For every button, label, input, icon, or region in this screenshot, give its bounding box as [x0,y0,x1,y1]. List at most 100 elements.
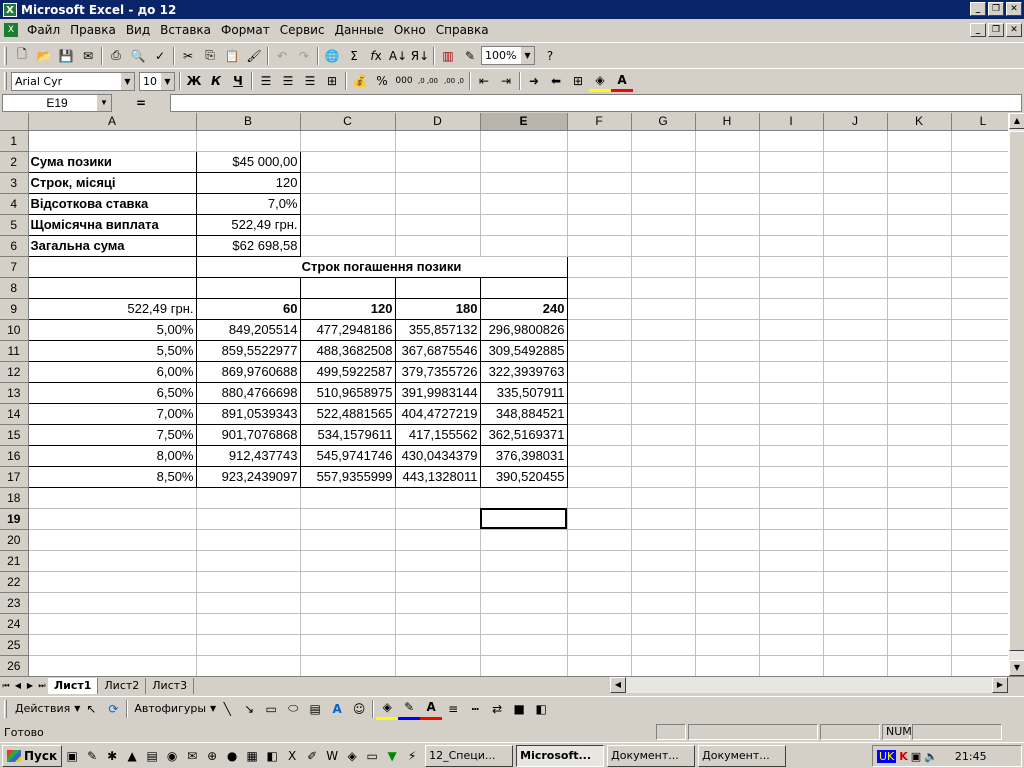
cell-e1[interactable] [480,130,568,152]
cell-l26[interactable] [951,655,1016,676]
close-button[interactable]: ✕ [1006,2,1022,16]
new-icon[interactable]: 🗋 [11,45,33,67]
cell-l21[interactable] [951,550,1016,572]
cell-e24[interactable] [480,613,568,635]
cell-k2[interactable] [887,151,952,173]
cell-l14[interactable] [951,403,1016,425]
cell-e9[interactable]: 240 [479,297,568,320]
cell-a6[interactable]: Загальна сума [27,234,197,257]
cell-c21[interactable] [300,550,396,572]
cell-c1[interactable] [300,130,396,152]
quicklaunch-icon[interactable]: ⊕ [202,746,222,766]
quicklaunch-icon[interactable]: ✎ [82,746,102,766]
cell-i3[interactable] [759,172,824,194]
row-header-24[interactable]: 24 [0,613,29,635]
cell-b14[interactable]: 891,0539343 [195,402,301,425]
quicklaunch-icon[interactable]: ◈ [342,746,362,766]
cell-j1[interactable] [823,130,888,152]
cell-g13[interactable] [631,382,696,404]
cell-f19[interactable] [567,508,632,530]
horizontal-scrollbar[interactable]: ◀ ▶ [610,677,1008,693]
cell-f15[interactable] [567,424,632,446]
zoom-select[interactable]: 100% ▼ [481,46,535,65]
align-center-icon[interactable]: ☰ [277,70,299,92]
cell-b23[interactable] [196,592,301,614]
cell-j23[interactable] [823,592,888,614]
cell-c6[interactable] [300,235,396,257]
arrow-style-icon[interactable]: ⇄ [486,698,508,720]
permission-icon[interactable]: ✉ [77,45,99,67]
doc-minimize-button[interactable]: _ [970,23,986,37]
cell-c19[interactable] [300,508,396,530]
cell-g21[interactable] [631,550,696,572]
cell-i4[interactable] [759,193,824,215]
cell-b8[interactable] [195,276,301,299]
word-quicklaunch-icon[interactable]: W [322,746,342,766]
column-header-f[interactable]: F [567,113,632,131]
cell-b18[interactable] [196,487,301,509]
column-header-b[interactable]: B [196,113,301,131]
cell-h6[interactable] [695,235,760,257]
quicklaunch-icon[interactable]: ◉ [162,746,182,766]
workbook-icon[interactable]: X [4,23,18,37]
cell-j8[interactable] [823,277,888,299]
sheet-tab-2[interactable]: Лист2 [98,677,147,694]
cell-k11[interactable] [887,340,952,362]
cell-d19[interactable] [395,508,481,530]
cell-l24[interactable] [951,613,1016,635]
decrease-indent-icon[interactable]: ⇤ [473,70,495,92]
cell-l5[interactable] [951,214,1016,236]
oval-icon[interactable]: ⬭ [282,698,304,720]
cell-l3[interactable] [951,172,1016,194]
free-rotate-icon[interactable]: ⟳ [102,698,124,720]
autosum-icon[interactable]: Σ [343,45,365,67]
minimize-button[interactable]: _ [970,2,986,16]
increase-indent-icon[interactable]: ⇥ [495,70,517,92]
cell-h23[interactable] [695,592,760,614]
column-header-k[interactable]: K [887,113,952,131]
cell-g1[interactable] [631,130,696,152]
cell-l11[interactable] [951,340,1016,362]
cell-i20[interactable] [759,529,824,551]
cell-d18[interactable] [395,487,481,509]
cell-b9[interactable]: 60 [195,297,301,320]
cell-b20[interactable] [196,529,301,551]
formula-input[interactable] [170,94,1022,112]
column-header-e[interactable]: E [480,113,568,131]
toolbar-grip[interactable] [4,46,7,65]
cell-d20[interactable] [395,529,481,551]
cell-c15[interactable]: 534,1579611 [299,423,396,446]
cell-f22[interactable] [567,571,632,593]
cell-b13[interactable]: 880,4766698 [195,381,301,404]
cell-b10[interactable]: 849,205514 [195,318,301,341]
last-sheet-icon[interactable]: ⏭ [36,679,48,693]
cell-g3[interactable] [631,172,696,194]
cell-i24[interactable] [759,613,824,635]
cell-g20[interactable] [631,529,696,551]
cell-f17[interactable] [567,466,632,488]
cell-j7[interactable] [823,256,888,278]
cell-c13[interactable]: 510,9658975 [299,381,396,404]
cell-b12[interactable]: 869,9760688 [195,360,301,383]
column-header-h[interactable]: H [695,113,760,131]
cell-a14[interactable]: 7,00% [27,402,197,425]
line-icon[interactable]: ╲ [216,698,238,720]
cell-j21[interactable] [823,550,888,572]
cell-f16[interactable] [567,445,632,467]
cell-l9[interactable] [951,298,1016,320]
row-header-18[interactable]: 18 [0,487,29,509]
cell-l2[interactable] [951,151,1016,173]
cell-l20[interactable] [951,529,1016,551]
font-size-select[interactable]: 10 ▼ [139,71,175,91]
cell-j26[interactable] [823,655,888,676]
cell-k3[interactable] [887,172,952,194]
cell-a21[interactable] [28,550,197,572]
arrow-right-icon[interactable]: ➜ [523,70,545,92]
cell-h2[interactable] [695,151,760,173]
cell-e16[interactable]: 376,398031 [479,444,568,467]
increase-decimal-button[interactable]: ,0 ,00 [415,70,441,92]
cell-a1[interactable] [28,130,197,152]
currency-icon[interactable]: 💰 [349,70,371,92]
toolbar-grip[interactable] [4,699,7,718]
cell-g2[interactable] [631,151,696,173]
